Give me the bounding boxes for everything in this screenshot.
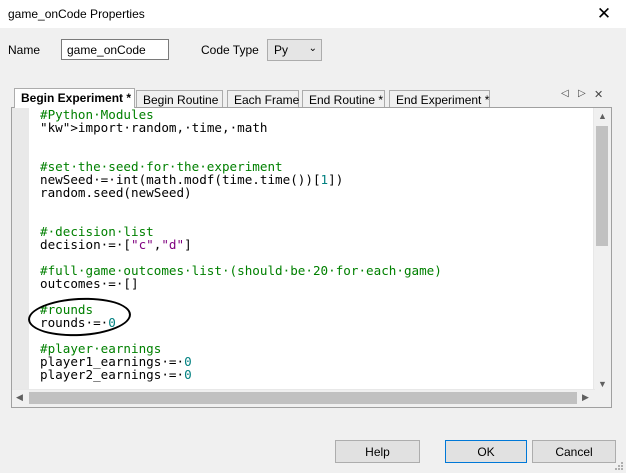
tab-begin-routine[interactable]: Begin Routine <box>136 90 223 107</box>
code-line[interactable] <box>40 134 442 147</box>
horizontal-scroll-thumb[interactable] <box>29 392 577 404</box>
name-label: Name <box>8 43 41 57</box>
name-input[interactable] <box>61 39 169 60</box>
tab-close-icon[interactable]: ✕ <box>594 88 603 101</box>
code-line[interactable]: decision·=·["c","d"] <box>40 238 442 251</box>
code-line[interactable] <box>40 199 442 212</box>
cancel-button[interactable]: Cancel <box>532 440 616 463</box>
help-button[interactable]: Help <box>335 440 420 463</box>
window-title: game_onCode Properties <box>8 7 145 21</box>
editor-margin <box>12 108 29 392</box>
code-line[interactable]: "kw">import·random,·time,·math <box>40 121 442 134</box>
code-line[interactable]: player2_earnings·=·0 <box>40 368 442 381</box>
close-icon[interactable]: ✕ <box>582 0 626 28</box>
resize-grip-icon[interactable] <box>614 461 624 471</box>
title-bar: game_onCode Properties ✕ <box>0 0 626 28</box>
tab-each-frame[interactable]: Each Frame <box>227 90 299 107</box>
tab-end-experiment[interactable]: End Experiment * <box>389 90 490 107</box>
tab-end-routine[interactable]: End Routine * <box>302 90 385 107</box>
tab-next-icon[interactable]: ▷ <box>578 88 586 99</box>
tab-prev-icon[interactable]: ◁ <box>561 88 569 99</box>
tab-begin-experiment[interactable]: Begin Experiment * <box>14 88 135 108</box>
code-type-select[interactable]: Py ⌄ <box>267 39 322 61</box>
code-line[interactable]: outcomes·=·[] <box>40 277 442 290</box>
arrow-up-icon[interactable]: ▲ <box>598 111 607 121</box>
code-type-label: Code Type <box>201 43 259 57</box>
code-line[interactable]: random.seed(newSeed) <box>40 186 442 199</box>
chevron-down-icon: ⌄ <box>308 43 317 54</box>
code-text[interactable]: #Python·Modules "kw">import·random,·time,… <box>40 108 442 407</box>
ok-button[interactable]: OK <box>445 440 527 463</box>
code-editor[interactable]: #Python·Modules "kw">import·random,·time,… <box>11 107 612 408</box>
horizontal-scrollbar[interactable]: ◀ ▶ <box>12 389 595 407</box>
arrow-right-icon[interactable]: ▶ <box>582 392 589 403</box>
scroll-corner <box>594 390 611 407</box>
vertical-scrollbar[interactable]: ▲ ▼ <box>593 108 611 392</box>
arrow-left-icon[interactable]: ◀ <box>16 392 23 403</box>
vertical-scroll-thumb[interactable] <box>596 126 608 246</box>
code-type-value: Py <box>274 43 289 57</box>
arrow-down-icon[interactable]: ▼ <box>598 379 607 389</box>
